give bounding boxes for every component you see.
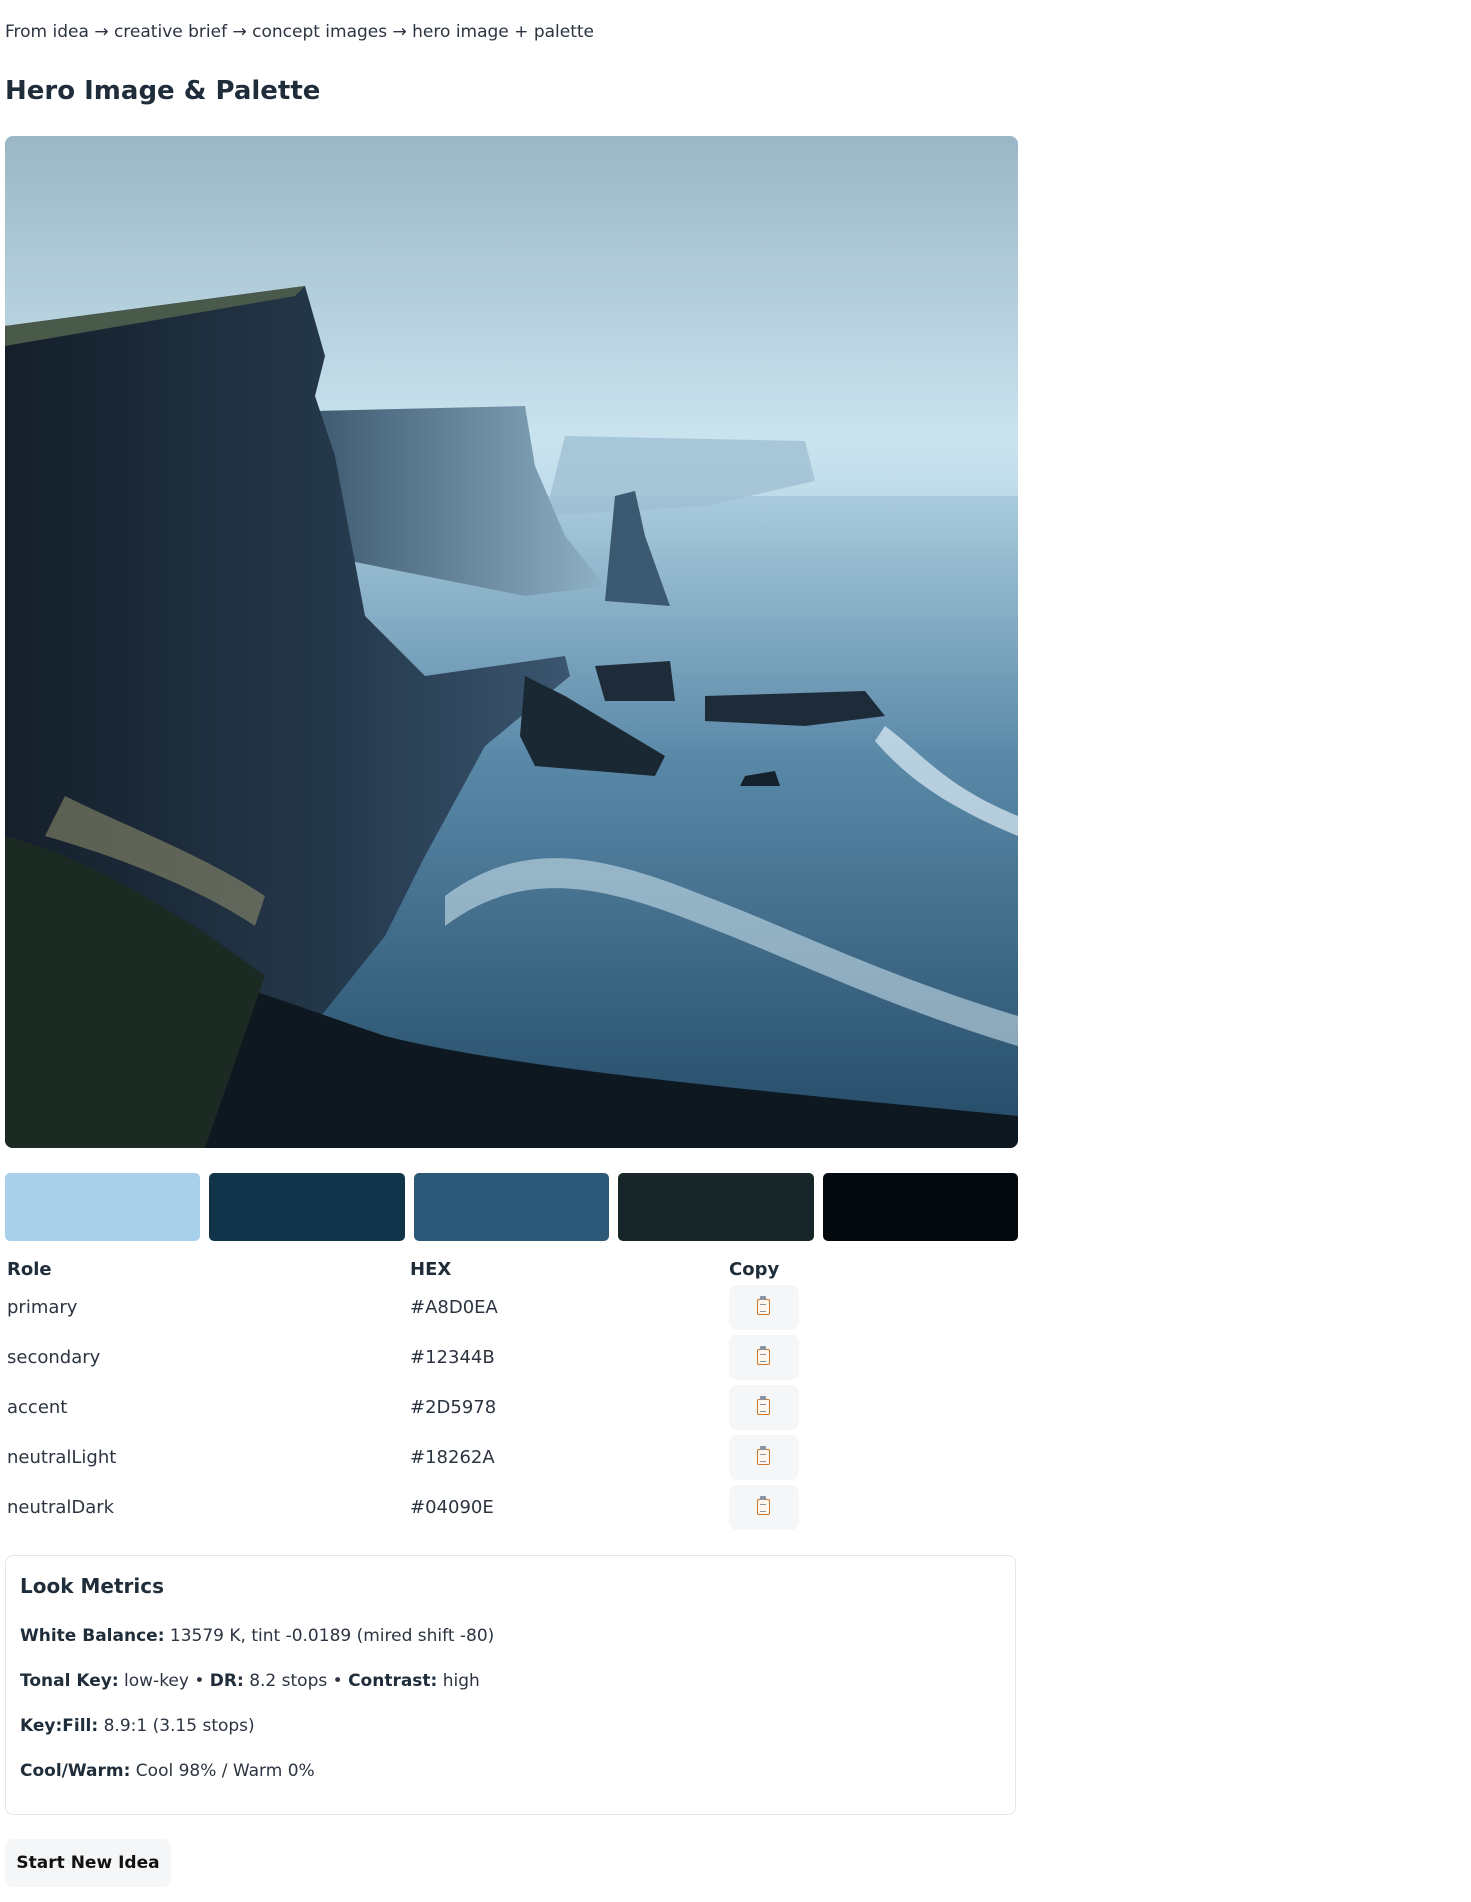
tonal-key-value: low-key [124, 1671, 189, 1691]
copy-cell [727, 1282, 1018, 1332]
hex-cell: #12344B [410, 1346, 495, 1368]
role-cell: accent [7, 1396, 68, 1418]
look-metrics-panel: Look Metrics White Balance: 13579 K, tin… [5, 1555, 1016, 1815]
table-row: primary #A8D0EA [5, 1282, 1018, 1332]
swatch-accent[interactable] [413, 1173, 610, 1241]
clipboard-icon [757, 1395, 770, 1415]
key-fill-value: 8.9:1 (3.15 stops) [103, 1716, 255, 1736]
start-new-idea-button[interactable]: Start New Idea [5, 1839, 171, 1887]
white-balance-label: White Balance: [20, 1626, 165, 1646]
swatch-secondary[interactable] [209, 1173, 405, 1241]
role-cell: secondary [7, 1346, 101, 1368]
separator: • [332, 1671, 343, 1691]
hero-image-illustration [5, 136, 1018, 1148]
hero-image [5, 136, 1018, 1148]
pipeline-subtitle: From idea → creative brief → concept ima… [5, 22, 594, 42]
page-title: Hero Image & Palette [5, 76, 321, 106]
separator: • [194, 1671, 205, 1691]
copy-button[interactable] [729, 1384, 799, 1430]
cool-warm-label: Cool/Warm: [20, 1761, 131, 1781]
look-metrics-title: Look Metrics [20, 1574, 164, 1598]
copy-cell [727, 1382, 1018, 1432]
role-cell: neutralLight [7, 1446, 117, 1468]
column-header-hex: HEX [410, 1258, 452, 1280]
clipboard-icon [757, 1495, 770, 1515]
copy-button[interactable] [729, 1484, 799, 1530]
swatch-neutral-light[interactable] [618, 1173, 814, 1241]
role-cell: neutralDark [7, 1496, 115, 1518]
table-row: accent #2D5978 [5, 1382, 1018, 1432]
tonal-key-line: Tonal Key: low-key • DR: 8.2 stops • Con… [20, 1671, 480, 1691]
table-row: secondary #12344B [5, 1332, 1018, 1382]
role-cell: primary [7, 1296, 78, 1318]
palette-swatches [5, 1173, 1019, 1241]
copy-button[interactable] [729, 1434, 799, 1480]
key-fill-line: Key:Fill: 8.9:1 (3.15 stops) [20, 1716, 255, 1736]
column-header-copy: Copy [729, 1258, 780, 1280]
white-balance-line: White Balance: 13579 K, tint -0.0189 (mi… [20, 1626, 494, 1646]
key-fill-label: Key:Fill: [20, 1716, 99, 1736]
cool-warm-line: Cool/Warm: Cool 98% / Warm 0% [20, 1761, 315, 1781]
copy-cell [727, 1432, 1018, 1482]
copy-button[interactable] [729, 1284, 799, 1330]
copy-cell [727, 1332, 1018, 1382]
table-row: neutralDark #04090E [5, 1482, 1018, 1532]
clipboard-icon [757, 1295, 770, 1315]
table-row: neutralLight #18262A [5, 1432, 1018, 1482]
hex-cell: #2D5978 [410, 1396, 497, 1418]
palette-table-header: Role HEX Copy [5, 1256, 1018, 1282]
hex-cell: #18262A [410, 1446, 495, 1468]
column-header-role: Role [7, 1258, 52, 1280]
contrast-value: high [442, 1671, 480, 1691]
dr-label: DR: [209, 1671, 244, 1691]
hex-cell: #04090E [410, 1496, 494, 1518]
contrast-label: Contrast: [348, 1671, 438, 1691]
palette-table: Role HEX Copy primary #A8D0EA secondary … [5, 1256, 1018, 1532]
copy-button[interactable] [729, 1334, 799, 1380]
tonal-key-label: Tonal Key: [20, 1671, 119, 1691]
copy-cell [727, 1482, 1018, 1532]
cool-warm-value: Cool 98% / Warm 0% [135, 1761, 315, 1781]
clipboard-icon [757, 1345, 770, 1365]
swatch-primary[interactable] [5, 1173, 201, 1241]
swatch-neutral-dark[interactable] [822, 1173, 1019, 1241]
white-balance-value: 13579 K, tint -0.0189 (mired shift -80) [169, 1626, 495, 1646]
hex-cell: #A8D0EA [410, 1296, 498, 1318]
dr-value: 8.2 stops [249, 1671, 328, 1691]
clipboard-icon [757, 1445, 770, 1465]
